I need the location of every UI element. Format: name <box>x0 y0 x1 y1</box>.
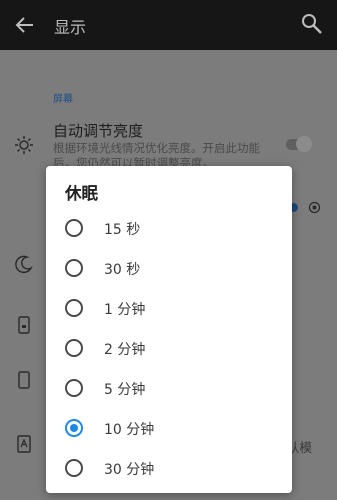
auto-brightness-icon <box>308 201 321 214</box>
sleep-dialog: 休眠 15 秒 30 秒 1 分钟 2 分钟 5 分钟 10 分钟 30 分钟 <box>46 166 292 493</box>
dialog-title: 休眠 <box>65 184 98 203</box>
option-label: 2 分钟 <box>104 342 146 358</box>
radio-button[interactable] <box>65 299 83 317</box>
page-title: 显示 <box>54 18 87 37</box>
toggle-thumb[interactable] <box>296 136 312 152</box>
option-2-minutes[interactable]: 2 分钟 <box>46 328 292 368</box>
radio-button[interactable] <box>65 219 83 237</box>
brightness-icon <box>15 136 33 154</box>
screen-lock-icon <box>18 316 30 334</box>
option-label: 30 分钟 <box>104 462 155 478</box>
option-30-minutes[interactable]: 30 分钟 <box>46 448 292 488</box>
radio-button[interactable] <box>65 379 83 397</box>
app-bar: 显示 <box>0 0 337 50</box>
search-icon[interactable] <box>301 13 323 35</box>
section-label: 屏幕 <box>53 94 73 105</box>
option-label: 15 秒 <box>104 222 141 238</box>
option-10-minutes[interactable]: 10 分钟 <box>46 408 292 448</box>
option-label: 10 分钟 <box>104 422 155 438</box>
auto-brightness-title: 自动调节亮度 <box>53 122 144 140</box>
option-label: 1 分钟 <box>104 302 146 318</box>
sleep-icon <box>15 255 33 274</box>
option-15-seconds[interactable]: 15 秒 <box>46 208 292 248</box>
radio-button[interactable] <box>65 459 83 477</box>
radio-button[interactable] <box>65 259 83 277</box>
option-30-seconds[interactable]: 30 秒 <box>46 248 292 288</box>
option-5-minutes[interactable]: 5 分钟 <box>46 368 292 408</box>
back-arrow-icon[interactable] <box>14 14 36 36</box>
option-label: 5 分钟 <box>104 382 146 398</box>
font-size-icon <box>17 435 31 453</box>
option-label: 30 秒 <box>104 262 141 278</box>
radio-button[interactable] <box>65 339 83 357</box>
phone-icon <box>18 371 30 389</box>
radio-button-selected[interactable] <box>65 419 83 437</box>
option-1-minute[interactable]: 1 分钟 <box>46 288 292 328</box>
